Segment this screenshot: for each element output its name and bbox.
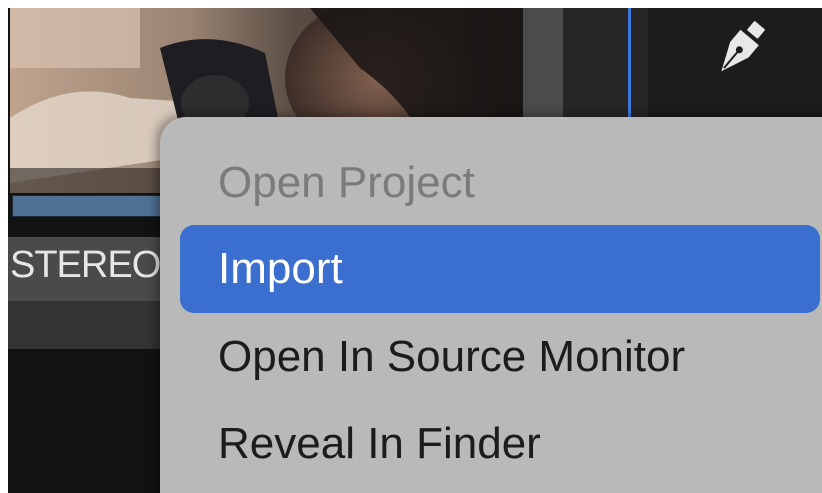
screenshot-stage: STEREO Open Project Import Open In Sourc… [0,0,822,493]
context-menu: Open Project Import Open In Source Monit… [160,117,822,493]
playhead-line[interactable] [628,8,631,118]
menu-item-open-in-source-monitor[interactable]: Open In Source Monitor [180,313,820,401]
clip-audio-bar[interactable] [12,195,162,217]
menu-item-open-project: Open Project [218,158,475,207]
clip-channel-label: STEREO [10,244,161,286]
clip-footer [8,301,168,349]
menu-item-reveal-in-finder[interactable]: Reveal In Finder [180,400,820,488]
timeline-scrollbar[interactable] [523,8,563,118]
menu-item-import[interactable]: Import [180,225,820,313]
timeline-area[interactable] [563,8,648,118]
pen-tool-icon[interactable] [714,16,766,82]
